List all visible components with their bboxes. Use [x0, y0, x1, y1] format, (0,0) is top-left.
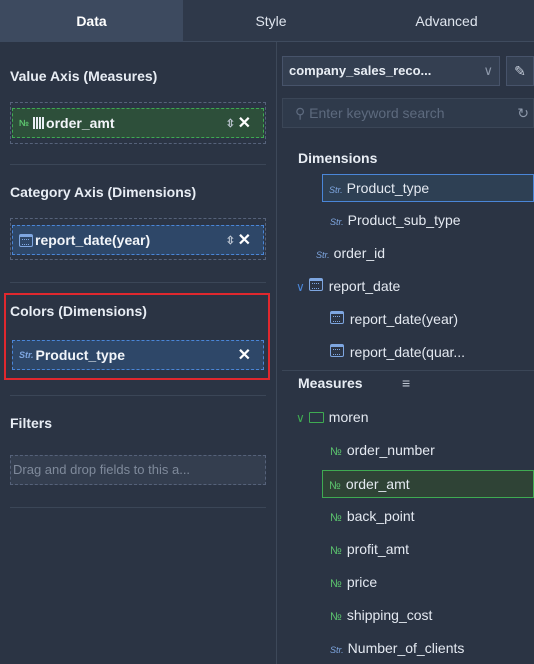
string-type-icon: Str.: [330, 645, 344, 655]
number-type-icon: №: [330, 512, 342, 524]
number-type-icon: №: [329, 480, 341, 492]
number-type-icon: №: [330, 446, 342, 458]
tab-advanced[interactable]: Advanced: [359, 0, 534, 42]
search-icon: ⚲: [295, 105, 306, 121]
filters-dropzone[interactable]: Drag and drop fields to this a...: [10, 455, 266, 485]
measure-label: profit_amt: [346, 541, 410, 557]
dimension-item-order-id[interactable]: Str. order_id: [316, 240, 385, 268]
divider: [10, 282, 266, 283]
measure-icon: [33, 117, 46, 129]
folder-icon: [308, 412, 324, 423]
tab-data[interactable]: Data: [0, 0, 183, 42]
measure-label: order_number: [346, 442, 435, 458]
string-type-icon: Str.: [330, 217, 344, 227]
filters-title: Filters: [10, 415, 53, 431]
category-axis-field[interactable]: report_date(year) ⇳ ✕: [12, 225, 264, 255]
menu-icon[interactable]: ≡: [402, 375, 410, 391]
measure-item-back-point[interactable]: № back_point: [330, 503, 415, 531]
category-field-label: report_date(year): [35, 232, 151, 248]
dimension-item-report-date-year[interactable]: report_date(year): [330, 306, 458, 334]
divider: [10, 164, 266, 165]
measure-label: price: [346, 574, 378, 590]
dimension-label: report_date: [328, 278, 401, 294]
dataset-label: company_sales_reco...: [289, 63, 432, 78]
colors-field[interactable]: Str. Product_type ✕: [12, 340, 264, 370]
divider: [10, 395, 266, 396]
divider: [10, 507, 266, 508]
remove-field-icon[interactable]: ✕: [238, 113, 251, 133]
dimension-label: report_date(quar...: [349, 344, 466, 360]
value-axis-title: Value Axis (Measures): [10, 68, 158, 84]
sort-icon[interactable]: ⇳: [226, 234, 235, 247]
caret-down-icon[interactable]: ∨: [296, 411, 305, 425]
dimension-label: Product_sub_type: [347, 212, 461, 228]
category-axis-title: Category Axis (Dimensions): [10, 184, 197, 200]
edit-icon: ✎: [514, 63, 526, 79]
measure-item-order-amt[interactable]: № order_amt: [322, 470, 534, 498]
chevron-down-icon: ∨: [483, 63, 493, 78]
dimensions-title: Dimensions: [298, 150, 378, 166]
number-type-icon: №: [19, 118, 30, 128]
colors-title: Colors (Dimensions): [10, 303, 147, 319]
calendar-icon: [308, 278, 323, 291]
string-type-icon: Str.: [316, 250, 330, 260]
value-axis-field[interactable]: № order_amt ⇳ ✕: [12, 108, 264, 138]
measure-label: Number_of_clients: [347, 640, 465, 656]
string-type-icon: Str.: [329, 185, 343, 195]
dataset-select[interactable]: company_sales_reco... ∨: [282, 56, 500, 86]
tab-style[interactable]: Style: [183, 0, 359, 42]
number-type-icon: №: [330, 578, 342, 590]
measure-item-shipping-cost[interactable]: № shipping_cost: [330, 602, 432, 630]
number-type-icon: №: [330, 611, 342, 623]
dimension-item-product-sub-type[interactable]: Str. Product_sub_type: [330, 207, 461, 235]
measure-label: order_amt: [345, 476, 410, 492]
string-type-icon: Str.: [19, 350, 34, 360]
measure-item-price[interactable]: № price: [330, 569, 377, 597]
sort-icon[interactable]: ⇳: [226, 117, 235, 130]
colors-field-label: Product_type: [35, 347, 125, 363]
measures-title: Measures: [298, 375, 363, 391]
dimension-item-product-type[interactable]: Str. Product_type: [322, 174, 534, 202]
measure-item-order-number[interactable]: № order_number: [330, 437, 435, 465]
refresh-icon[interactable]: ↻: [517, 99, 529, 127]
edit-dataset-button[interactable]: ✎: [506, 56, 534, 86]
dimension-item-report-date[interactable]: ∨ report_date: [296, 273, 400, 301]
calendar-icon: [19, 233, 33, 247]
dimension-label: Product_type: [346, 180, 430, 196]
remove-field-icon[interactable]: ✕: [238, 345, 251, 365]
tab-bar: Data Style Advanced: [0, 0, 534, 42]
measure-label: back_point: [346, 508, 415, 524]
field-list-panel: company_sales_reco... ∨ ✎ ⚲ Enter keywor…: [282, 42, 534, 664]
dimension-item-report-date-quarter[interactable]: report_date(quar...: [330, 339, 465, 367]
folder-label: moren: [328, 409, 369, 425]
search-placeholder: Enter keyword search: [309, 105, 445, 121]
calendar-icon: [330, 311, 344, 324]
measure-folder-moren[interactable]: ∨ moren: [296, 404, 368, 432]
field-config-panel: Value Axis (Measures) № order_amt ⇳ ✕ Ca…: [0, 42, 277, 664]
remove-field-icon[interactable]: ✕: [238, 230, 251, 250]
calendar-icon: [330, 344, 344, 357]
dimension-label: order_id: [333, 245, 386, 261]
field-search-input[interactable]: ⚲ Enter keyword search ↻: [282, 98, 534, 128]
measure-label: shipping_cost: [346, 607, 433, 623]
caret-down-icon[interactable]: ∨: [296, 280, 305, 294]
value-field-label: order_amt: [46, 115, 115, 131]
dimension-label: report_date(year): [349, 311, 459, 327]
number-type-icon: №: [330, 545, 342, 557]
divider: [282, 370, 534, 371]
measure-item-profit-amt[interactable]: № profit_amt: [330, 536, 409, 564]
measure-item-number-of-clients[interactable]: Str. Number_of_clients: [330, 635, 464, 663]
